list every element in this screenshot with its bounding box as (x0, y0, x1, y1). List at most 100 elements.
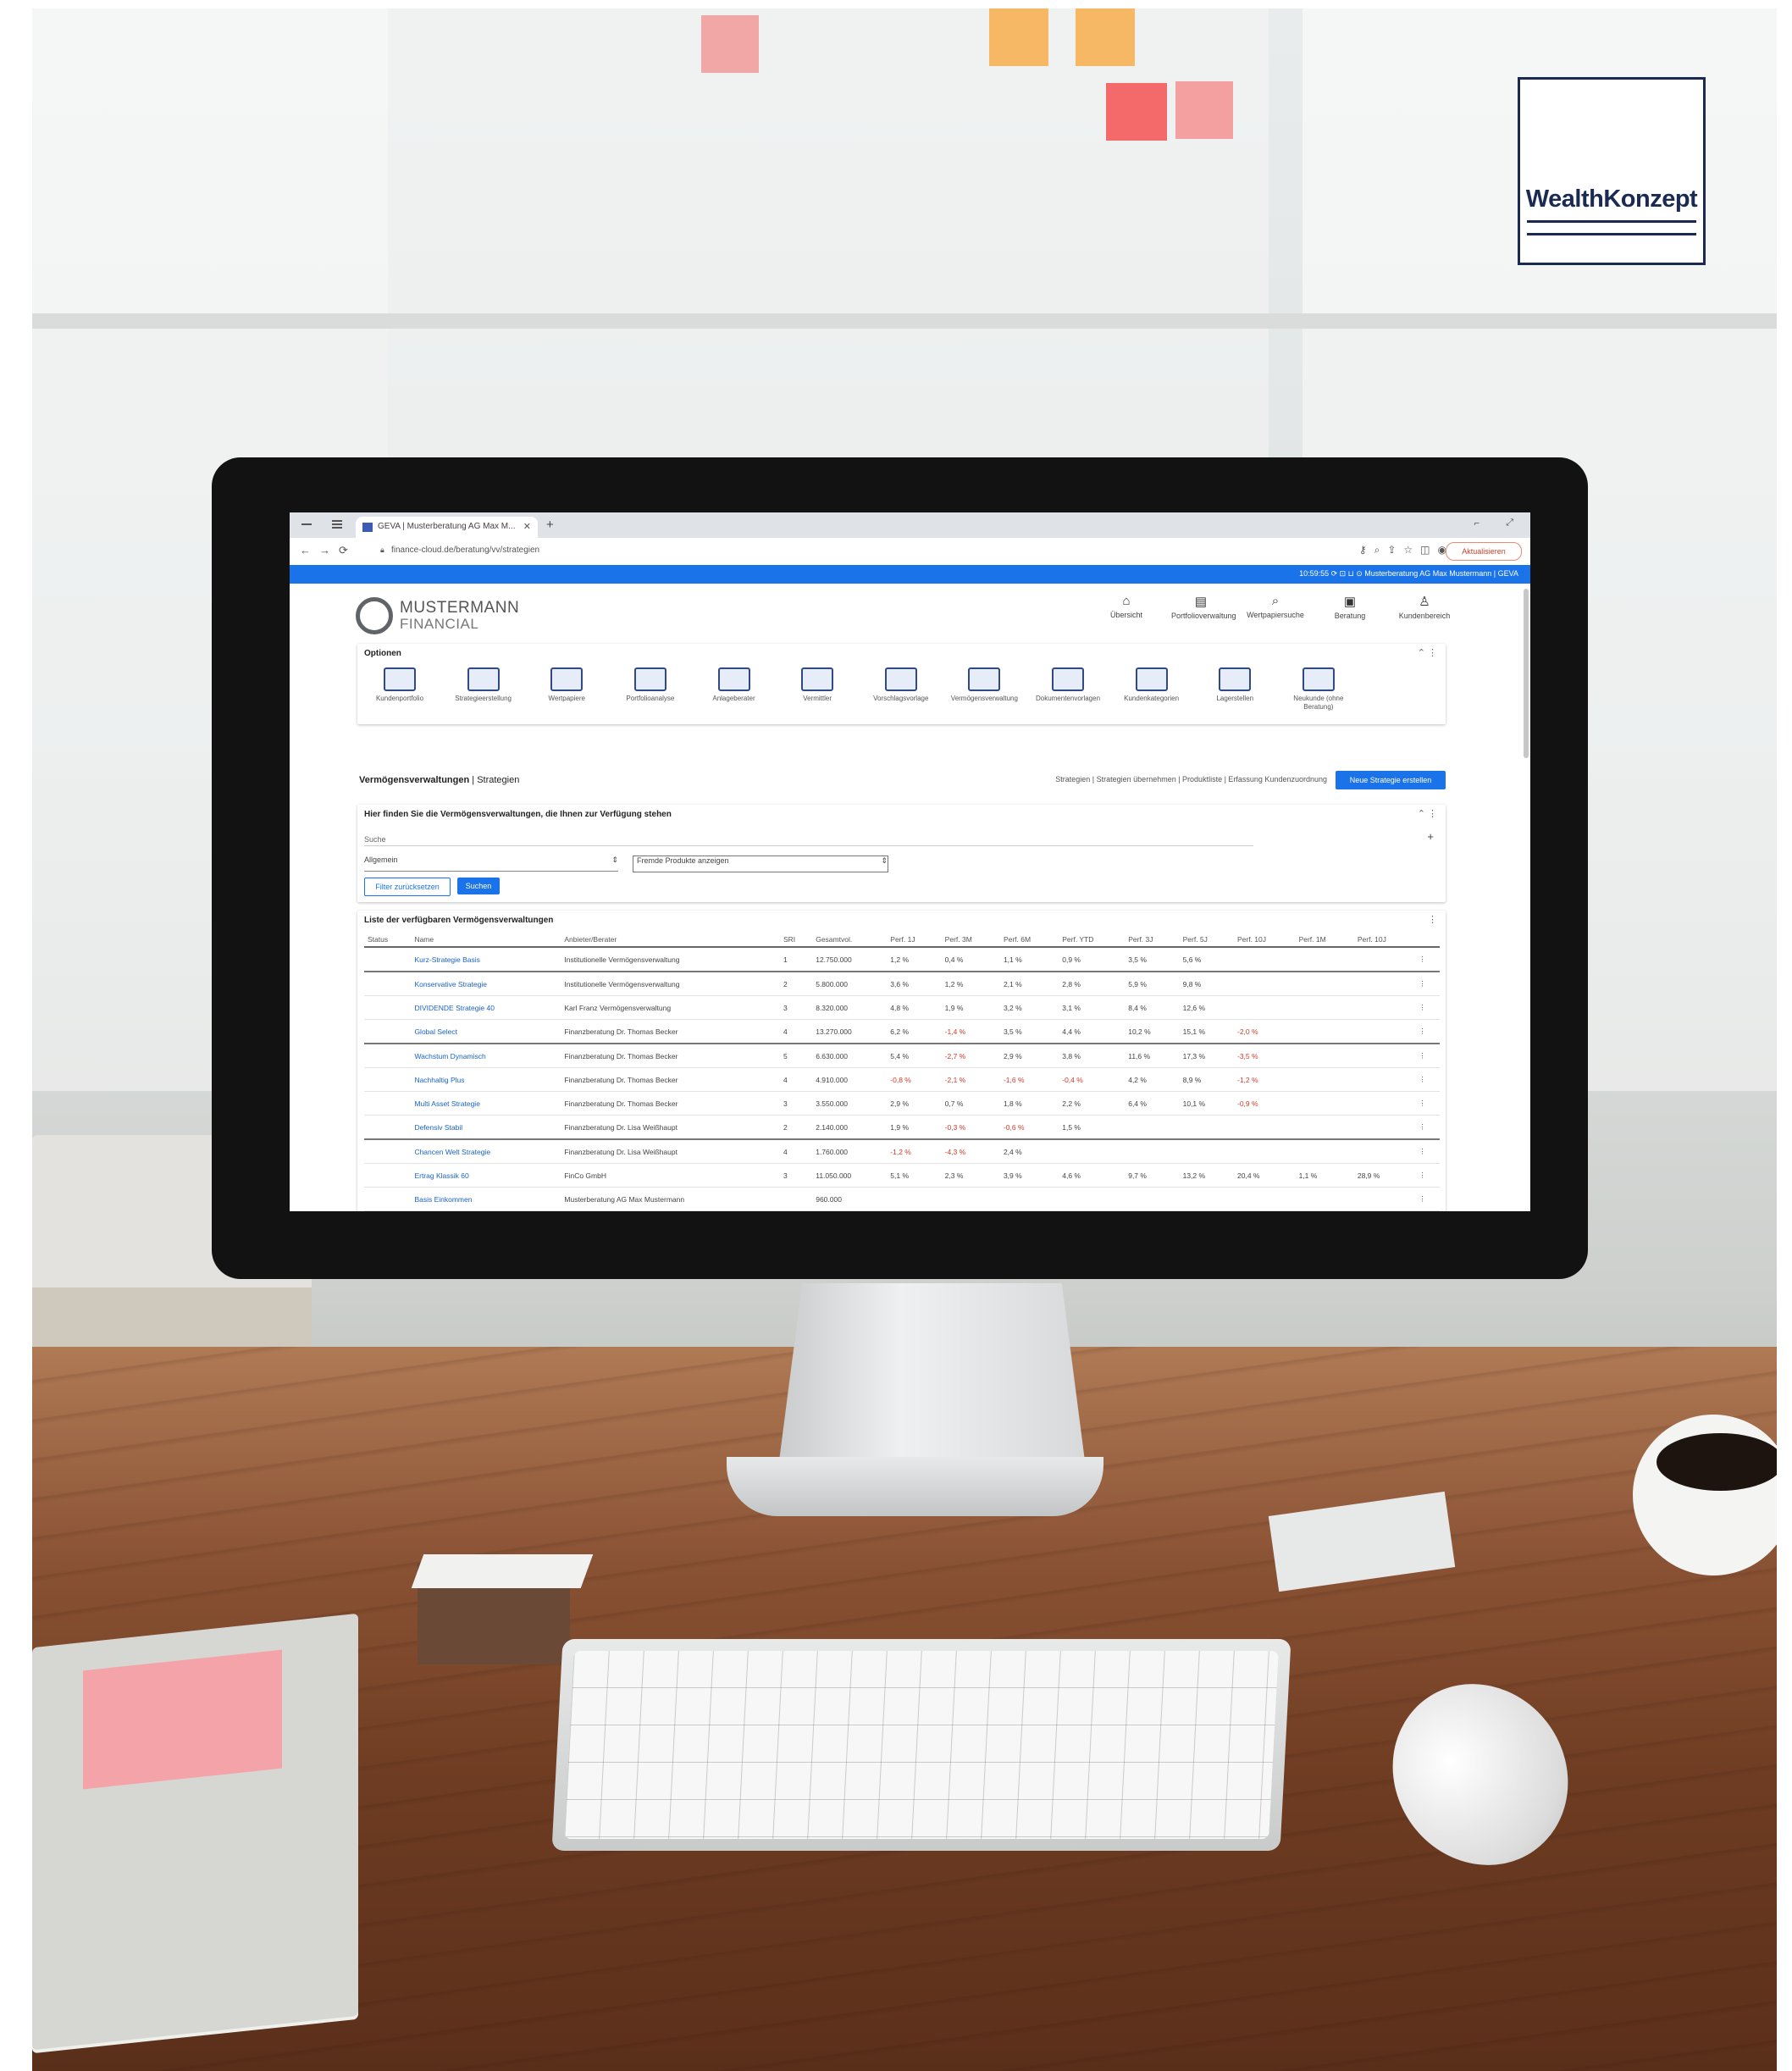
row-menu-icon[interactable]: ⋮ (1415, 1044, 1440, 1068)
collapse-icon[interactable]: ⌃ ⋮ (1418, 647, 1437, 658)
product-select-value: Fremde Produkte anzeigen (637, 856, 729, 865)
column-header[interactable]: Perf. 1M (1295, 933, 1354, 948)
close-icon[interactable]: ✕ (523, 521, 531, 532)
table-row[interactable]: Chancen Welt Strategie Finanzberatung Dr.… (364, 1139, 1440, 1164)
table-row[interactable]: DIVIDENDE Strategie 40 Karl Franz Vermöge… (364, 995, 1440, 1020)
browser-tab[interactable]: GEVA | Musterberatung AG Max M... ✕ (356, 517, 538, 538)
sticky-note (1106, 83, 1167, 141)
table-row[interactable]: Defensiv Stabil Finanzberatung Dr. Lisa W… (364, 1115, 1440, 1140)
table-row[interactable]: Global Select Finanzberatung Dr. Thomas B… (364, 1019, 1440, 1044)
reset-filter-button[interactable]: Filter zurücksetzen (364, 878, 451, 896)
option-item[interactable]: Kundenportfolio (366, 667, 434, 712)
column-header[interactable]: Perf. 3J (1125, 933, 1180, 948)
row-menu-icon[interactable]: ⋮ (1415, 972, 1440, 996)
column-header[interactable]: Perf. 5J (1179, 933, 1234, 948)
app-logo-icon[interactable] (356, 597, 393, 634)
sri-cell: 1 (779, 947, 813, 972)
scrollbar[interactable] (1524, 589, 1529, 758)
menu-icon[interactable] (332, 520, 342, 529)
more-icon[interactable]: ⋮ (1428, 914, 1437, 925)
table-row[interactable]: Kurz-Strategie Basis Institutionelle Verm… (364, 947, 1440, 972)
logo-underline (1527, 220, 1696, 235)
option-item[interactable]: Lagerstellen (1201, 667, 1269, 712)
provider-cell: Finanzberatung Dr. Thomas Becker (561, 1067, 780, 1092)
product-select[interactable]: Fremde Produkte anzeigen ⇕ (633, 856, 888, 872)
column-header[interactable]: Perf. 3M (941, 933, 1000, 948)
strategy-name-link[interactable]: Chancen Welt Strategie (411, 1139, 561, 1164)
column-header[interactable]: Perf. 6M (999, 933, 1059, 948)
search-button[interactable]: Suchen (457, 878, 500, 894)
new-strategy-button[interactable]: Neue Strategie erstellen (1336, 771, 1446, 789)
option-item[interactable]: Kundenkategorien (1118, 667, 1186, 712)
strategy-name-link[interactable]: Nachhaltig Plus (411, 1067, 561, 1092)
row-menu-icon[interactable]: ⋮ (1415, 1115, 1440, 1140)
option-item[interactable]: Strategieerstellung (450, 667, 517, 712)
new-tab-icon[interactable]: + (546, 518, 554, 532)
row-menu-icon[interactable]: ⋮ (1415, 1019, 1440, 1044)
browser-toolbar-icons[interactable]: ⚷⌕⇪☆◫◉ (1359, 544, 1454, 557)
strategy-name-link[interactable]: Global Select (411, 1019, 561, 1044)
add-icon[interactable]: + (1427, 830, 1434, 843)
strategy-name-link[interactable]: Kurz-Strategie Basis (411, 947, 561, 972)
option-item[interactable]: Portfolioanalyse (617, 667, 684, 712)
table-row[interactable]: Multi Asset Strategie Finanzberatung Dr. … (364, 1091, 1440, 1116)
maximize-window-icon[interactable]: ⤢ (1506, 518, 1513, 529)
performance-cell: -1,2 % (887, 1139, 942, 1164)
strategy-name-link[interactable]: Basis Einkommen (411, 1187, 561, 1211)
update-button[interactable]: Aktualisieren (1446, 542, 1522, 561)
table-row[interactable]: Wachstum Dynamisch Finanzberatung Dr. Tho… (364, 1044, 1440, 1068)
column-header[interactable]: Status (364, 933, 412, 948)
search-input[interactable]: Suche (364, 835, 1253, 846)
category-select[interactable]: Allgemein ⇕ (364, 856, 618, 872)
strategy-name-link[interactable]: Ertrag Klassik 60 (411, 1163, 561, 1188)
minimize-window-icon[interactable]: ⌐ (1474, 518, 1480, 529)
column-header[interactable]: Anbieter/Berater (561, 933, 780, 948)
column-header[interactable]: Perf. 10J (1353, 933, 1416, 948)
performance-cell: 1,1 % (999, 947, 1059, 972)
column-header (1415, 933, 1440, 948)
row-menu-icon[interactable]: ⋮ (1415, 1067, 1440, 1092)
table-row[interactable]: Ertrag Klassik 60 FinCo GmbH 3 11.050.000 5,… (364, 1163, 1440, 1188)
strategy-name-link[interactable]: Defensiv Stabil (411, 1115, 561, 1140)
strategy-name-link[interactable]: DIVIDENDE Strategie 40 (411, 995, 561, 1020)
column-header[interactable]: Perf. YTD (1059, 933, 1126, 948)
table-row[interactable]: Nachhaltig Plus Finanzberatung Dr. Thomas… (364, 1067, 1440, 1092)
row-menu-icon[interactable]: ⋮ (1415, 1187, 1440, 1211)
performance-cell: -1,2 % (1234, 1067, 1296, 1092)
minimize-icon[interactable] (301, 520, 312, 525)
url-input[interactable]: finance-cloud.de/beratung/vv/strategien (391, 545, 539, 555)
nav-item[interactable]: ⌂ Übersicht (1097, 594, 1156, 636)
row-menu-icon[interactable]: ⋮ (1415, 1091, 1440, 1116)
option-item[interactable]: Vorschlagsvorlage (867, 667, 935, 712)
option-item[interactable]: Anlageberater (700, 667, 768, 712)
nav-item[interactable]: ▣ Beratung (1320, 594, 1380, 636)
strategy-name-link[interactable]: Multi Asset Strategie (411, 1091, 561, 1116)
column-header[interactable]: SRI (779, 933, 813, 948)
column-header[interactable]: Name (411, 933, 561, 948)
nav-item[interactable]: ♙ Kundenbereich (1395, 594, 1454, 636)
option-item[interactable]: Vermögensverwaltung (950, 667, 1018, 712)
nav-item[interactable]: ▤ Portfolioverwaltung (1171, 594, 1236, 636)
option-item[interactable]: Neukunde (ohne Beratung) (1285, 667, 1352, 712)
row-menu-icon[interactable]: ⋮ (1415, 995, 1440, 1020)
row-menu-icon[interactable]: ⋮ (1415, 1139, 1440, 1164)
navigation-arrows-icon[interactable]: ←→⟳ (300, 544, 357, 557)
nav-item[interactable]: ⌕ Wertpapiersuche (1246, 594, 1305, 636)
row-menu-icon[interactable]: ⋮ (1415, 1163, 1440, 1188)
row-menu-icon[interactable]: ⋮ (1415, 947, 1440, 972)
option-item[interactable]: Wertpapiere (533, 667, 600, 712)
option-item[interactable]: Vermittler (783, 667, 851, 712)
table-row[interactable]: Konservative Strategie Institutionelle Ve… (364, 972, 1440, 996)
column-header[interactable]: Perf. 10J (1234, 933, 1296, 948)
performance-cell: 20,4 % (1234, 1163, 1296, 1188)
column-header[interactable]: Perf. 1J (887, 933, 942, 948)
column-header[interactable]: Gesamtvol. (812, 933, 888, 948)
option-item[interactable]: Dokumentenvorlagen (1034, 667, 1102, 712)
table-row[interactable]: Basis Einkommen Musterberatung AG Max Mus… (364, 1187, 1440, 1211)
browser-window: GEVA | Musterberatung AG Max M... ✕ + ⌐ … (290, 512, 1530, 1211)
strategy-name-link[interactable]: Konservative Strategie (411, 972, 561, 996)
strategy-name-link[interactable]: Wachstum Dynamisch (411, 1044, 561, 1068)
collapse-icon[interactable]: ⌃ ⋮ (1418, 808, 1437, 819)
section-links[interactable]: Strategien | Strategien übernehmen | Pro… (1055, 775, 1327, 784)
performance-cell: 1,5 % (1059, 1115, 1126, 1140)
